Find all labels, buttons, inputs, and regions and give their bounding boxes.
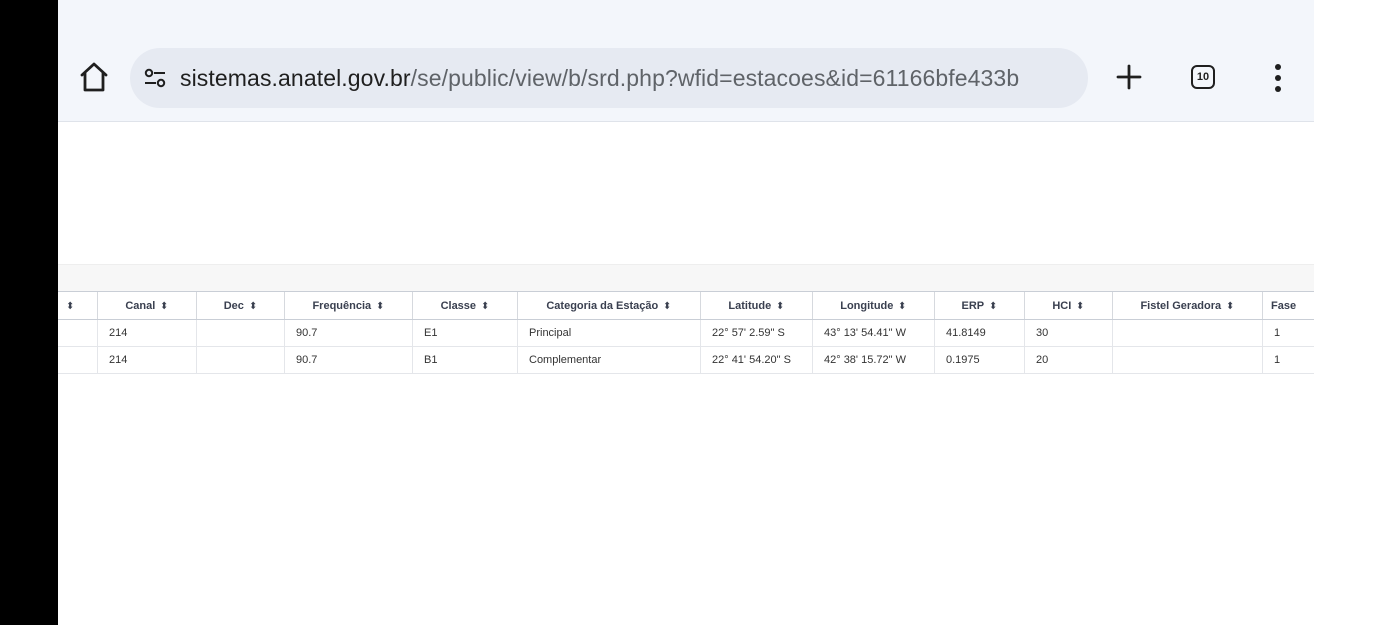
column-header-latitude[interactable]: Latitude ⬍ [700,291,813,320]
sort-icon[interactable]: ⬍ [161,301,169,312]
column-header-categoria-da-estacao[interactable]: Categoria da Estação ⬍ [517,291,701,320]
column-header-label: Dec [223,299,244,312]
table-cell [196,319,285,347]
table-cell: Principal [517,319,701,347]
left-black-bar [0,0,58,625]
column-header-label: Longitude [840,299,894,312]
right-blank-area [1314,0,1387,625]
table-cell [58,319,98,347]
table-cell: Complementar [517,346,701,374]
column-header-label: Categoria da Estação [546,299,659,312]
table-row[interactable]: 214 90.7 B1 Complementar 22° 41' 54.20" S 42°… [58,346,1314,374]
url-text[interactable]: sistemas.anatel.gov.br/se/public/view/b/… [180,48,1019,108]
column-header-label: Canal [125,299,156,312]
column-header-canal[interactable]: Canal ⬍ [97,291,197,320]
column-header-first[interactable]: ⬍ [58,291,98,320]
table-cell: 20 [1024,346,1113,374]
table-cell [58,346,98,374]
sort-icon[interactable]: ⬍ [899,301,907,312]
more-vert-icon[interactable] [1270,64,1286,92]
sort-icon[interactable]: ⬍ [990,301,998,312]
table-cell: E1 [412,319,518,347]
table-cell: 30 [1024,319,1113,347]
column-header-erp[interactable]: ERP ⬍ [934,291,1025,320]
sort-icon[interactable]: ⬍ [664,301,672,312]
column-header-hci[interactable]: HCI ⬍ [1024,291,1113,320]
sort-icon[interactable]: ⬍ [249,301,257,312]
table-toolbar-band [58,264,1314,292]
table-cell: 1 [1262,346,1314,374]
table-cell: 42° 38' 15.72" W [812,346,935,374]
sort-icon[interactable]: ⬍ [481,301,489,312]
table-cell [196,346,285,374]
tab-count: 10 [1196,71,1210,83]
column-header-longitude[interactable]: Longitude ⬍ [812,291,935,320]
table-cell: 0.1975 [934,346,1025,374]
sort-icon[interactable]: ⬍ [67,301,75,312]
table-cell: 1 [1262,319,1314,347]
column-header-fase[interactable]: Fase [1262,291,1314,320]
table-header-row: ⬍ Canal ⬍ Dec ⬍ Frequência ⬍ Classe ⬍ Categoria d… [58,291,1314,320]
table-cell: 43° 13' 54.41" W [812,319,935,347]
table-cell: B1 [412,346,518,374]
column-header-label: HCI [1052,299,1072,312]
column-header-label: Classe [440,299,477,312]
column-header-label: Latitude [728,299,772,312]
stations-table: ⬍ Canal ⬍ Dec ⬍ Frequência ⬍ Classe ⬍ Categoria d… [58,291,1314,374]
table-cell: 90.7 [284,319,413,347]
url-path: /se/public/view/b/srd.php?wfid=estacoes&… [410,65,1020,91]
column-header-fistel-geradora[interactable]: Fistel Geradora ⬍ [1112,291,1263,320]
table-row[interactable]: 214 90.7 E1 Principal 22° 57' 2.59" S 43° 13'… [58,319,1314,347]
table-cell: 41.8149 [934,319,1025,347]
tune-icon[interactable] [144,68,166,88]
sort-icon[interactable]: ⬍ [1077,301,1085,312]
column-header-dec[interactable]: Dec ⬍ [196,291,285,320]
browser-viewport: sistemas.anatel.gov.br/se/public/view/b/… [58,0,1314,625]
sort-icon[interactable]: ⬍ [1227,301,1235,312]
column-header-label: Fistel Geradora [1140,299,1222,312]
plus-icon[interactable] [1116,64,1142,90]
column-header-label: ERP [961,299,985,312]
table-cell: 214 [97,346,197,374]
column-header-frequencia[interactable]: Frequência ⬍ [284,291,413,320]
table-cell: 90.7 [284,346,413,374]
column-header-label: Frequência [312,299,372,312]
sort-icon[interactable]: ⬍ [777,301,785,312]
table-cell [1112,319,1263,347]
table-cell: 22° 57' 2.59" S [700,319,813,347]
table-body: 214 90.7 E1 Principal 22° 57' 2.59" S 43° 13'… [58,319,1314,374]
column-header-classe[interactable]: Classe ⬍ [412,291,518,320]
home-icon[interactable] [78,60,110,94]
table-cell: 22° 41' 54.20" S [700,346,813,374]
table-cell: 214 [97,319,197,347]
table-cell [1112,346,1263,374]
address-bar[interactable]: sistemas.anatel.gov.br/se/public/view/b/… [130,48,1088,108]
browser-toolbar: sistemas.anatel.gov.br/se/public/view/b/… [58,0,1314,122]
column-header-label: Fase [1271,299,1297,312]
url-host: sistemas.anatel.gov.br [180,65,411,91]
tab-switcher-icon[interactable]: 10 [1191,65,1215,89]
sort-icon[interactable]: ⬍ [377,301,385,312]
